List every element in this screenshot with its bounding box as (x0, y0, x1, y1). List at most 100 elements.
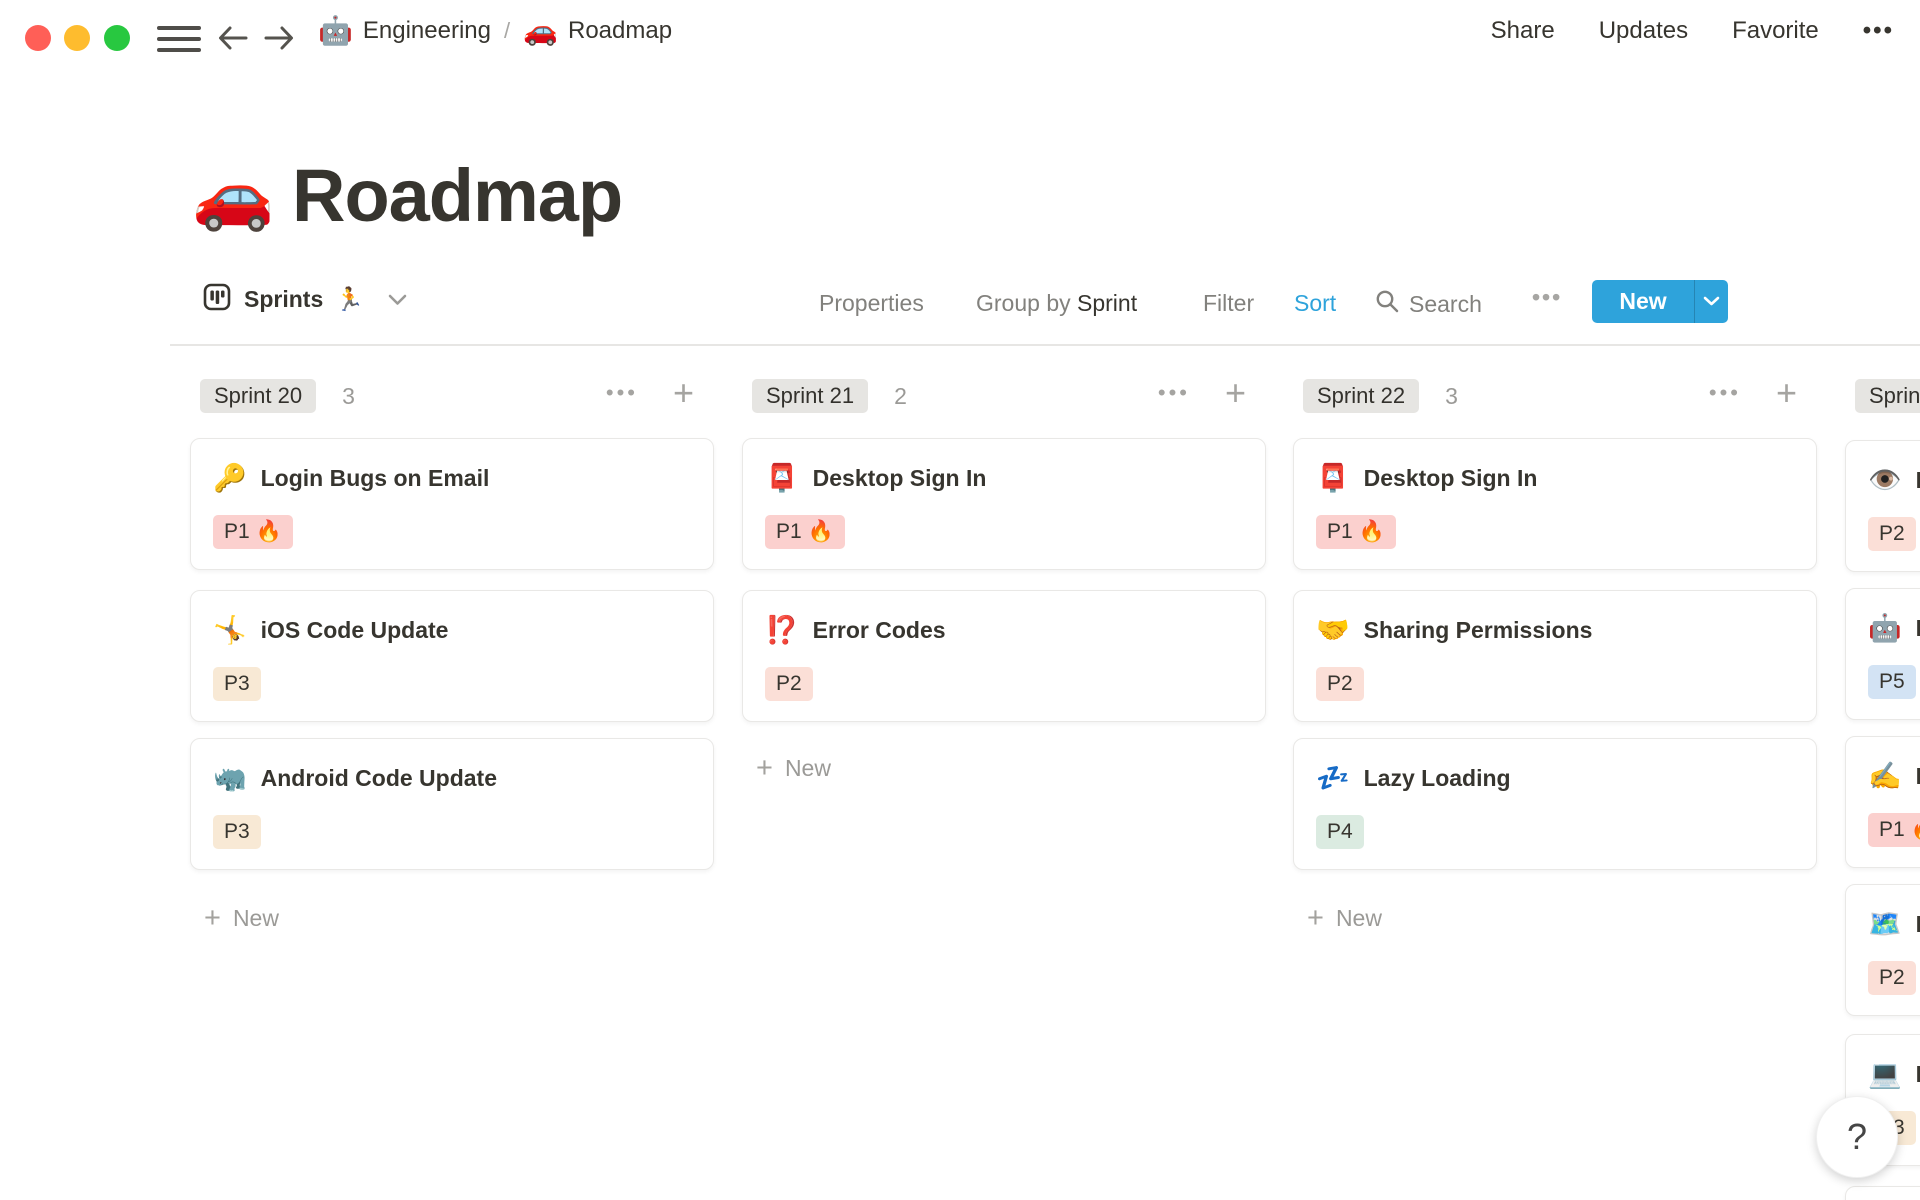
card-clipped-6[interactable] (1845, 1186, 1920, 1200)
add-card-label: New (1335, 905, 1382, 931)
zoom-window-button[interactable] (104, 25, 130, 51)
breadcrumb-workspace[interactable]: Engineering (363, 17, 491, 45)
add-card-button[interactable]: + New (756, 754, 831, 783)
card-title: R (1916, 763, 1920, 790)
search-label: Search (1409, 290, 1482, 317)
zzz-emoji-icon: 💤 (1316, 763, 1350, 793)
rhino-emoji-icon: 🦏 (213, 763, 247, 793)
priority-tag: P4 (1316, 815, 1364, 849)
card-clipped-3[interactable]: ✍️ R P1 🔥 (1845, 736, 1920, 868)
eye-emoji-icon: 👁️ (1868, 465, 1902, 495)
card-desktop-sign-in[interactable]: 📮 Desktop Sign In P1 🔥 (742, 438, 1266, 570)
updates-button[interactable]: Updates (1599, 17, 1688, 45)
card-ios-code-update[interactable]: 🤸 iOS Code Update P3 (190, 590, 714, 722)
column-group-pill[interactable]: Sprint 20 (200, 379, 317, 413)
handshake-emoji-icon: 🤝 (1316, 615, 1350, 645)
sort-button[interactable]: Sort (1294, 290, 1336, 317)
search-button[interactable]: Search (1374, 288, 1482, 320)
share-button[interactable]: Share (1491, 17, 1555, 45)
help-question-icon: ? (1846, 1116, 1868, 1157)
column-more-icon[interactable]: ••• (606, 380, 638, 406)
column-group-pill[interactable]: Sprint 22 (1303, 379, 1420, 413)
group-by-label: Group by (976, 290, 1071, 316)
card-title: I (1915, 615, 1920, 641)
new-button[interactable]: New (1592, 280, 1728, 323)
new-button-chevron-icon[interactable] (1695, 296, 1728, 307)
breadcrumb-page[interactable]: Roadmap (568, 17, 672, 45)
column-group-pill[interactable]: Sprint 23 (1855, 379, 1920, 413)
writing-hand-emoji-icon: ✍️ (1868, 761, 1902, 791)
sidebar-toggle-icon[interactable] (157, 26, 201, 53)
page-title-emoji-icon: 🚗 (192, 158, 275, 232)
new-button-label[interactable]: New (1592, 288, 1694, 315)
card-sharing-permissions[interactable]: 🤝 Sharing Permissions P2 (1293, 590, 1817, 722)
column-card-count: 2 (894, 382, 907, 409)
card-clipped-4[interactable]: 🗺️ R P2 (1845, 884, 1920, 1016)
column-add-icon[interactable]: + (1776, 372, 1797, 414)
board-column-sprint-21: Sprint 21 2 ••• + 📮 Desktop Sign In P1 🔥 … (742, 372, 1266, 783)
card-title: Desktop Sign In (812, 465, 987, 491)
search-icon (1374, 288, 1400, 320)
minimize-window-button[interactable] (64, 25, 90, 51)
card-error-codes[interactable]: ⁉️ Error Codes P2 (742, 590, 1266, 722)
column-card-count: 3 (1445, 382, 1458, 409)
breadcrumb: 🤖 Engineering / 🚗 Roadmap (318, 0, 672, 62)
exclamation-question-emoji-icon: ⁉️ (765, 615, 799, 645)
group-by-value: Sprint (1077, 290, 1138, 316)
column-group-pill[interactable]: Sprint 21 (752, 379, 869, 413)
more-options-icon[interactable]: ••• (1863, 17, 1894, 45)
card-login-bugs-on-email[interactable]: 🔑 Login Bugs on Email P1 🔥 (190, 438, 714, 570)
group-by-button[interactable]: Group by Sprint (976, 290, 1137, 317)
card-title: Error Codes (812, 617, 946, 643)
view-name: Sprints (244, 286, 324, 312)
card-title: R (1916, 911, 1920, 938)
card-title: M (1916, 467, 1920, 494)
filter-button[interactable]: Filter (1203, 290, 1254, 317)
priority-tag: P1 🔥 (213, 515, 293, 549)
close-window-button[interactable] (25, 25, 51, 51)
chevron-down-icon (388, 293, 407, 311)
card-lazy-loading[interactable]: 💤 Lazy Loading P4 (1293, 738, 1817, 870)
card-clipped-2[interactable]: 🤖 I P5 (1845, 588, 1920, 720)
runner-emoji-icon: 🏃 (335, 286, 364, 312)
toolbar-divider (170, 344, 1920, 346)
plus-icon: + (204, 902, 221, 934)
workspace-emoji-icon: 🤖 (318, 15, 353, 46)
nav-back-icon[interactable] (216, 24, 250, 52)
properties-button[interactable]: Properties (819, 290, 924, 317)
card-title: iOS Code Update (260, 617, 449, 643)
card-title: Android Code Update (260, 765, 498, 791)
add-card-button[interactable]: + New (204, 904, 279, 933)
topbar-actions: Share Updates Favorite ••• (1491, 0, 1894, 62)
column-add-icon[interactable]: + (1225, 372, 1246, 414)
postbox-emoji-icon: 📮 (1316, 463, 1350, 493)
card-desktop-sign-in[interactable]: 📮 Desktop Sign In P1 🔥 (1293, 438, 1817, 570)
column-more-icon[interactable]: ••• (1709, 380, 1741, 406)
page-emoji-icon: 🚗 (523, 15, 558, 46)
card-title: Sharing Permissions (1363, 617, 1593, 643)
card-android-code-update[interactable]: 🦏 Android Code Update P3 (190, 738, 714, 870)
column-more-icon[interactable]: ••• (1158, 380, 1190, 406)
view-more-options-icon[interactable]: ••• (1532, 284, 1562, 311)
priority-tag: P2 (1316, 667, 1364, 701)
column-header: Sprint 20 3 ••• + (190, 372, 714, 416)
key-emoji-icon: 🔑 (213, 463, 247, 493)
priority-tag: P3 (213, 667, 261, 701)
window-titlebar: 🤖 Engineering / 🚗 Roadmap Share Updates … (0, 0, 1920, 62)
card-title: Lazy Loading (1363, 765, 1511, 791)
nav-forward-icon[interactable] (262, 24, 296, 52)
column-add-icon[interactable]: + (673, 372, 694, 414)
world-map-emoji-icon: 🗺️ (1868, 909, 1902, 939)
column-card-count: 3 (342, 382, 355, 409)
help-button[interactable]: ? (1816, 1096, 1898, 1178)
view-switcher-sprints[interactable]: Sprints 🏃 (202, 282, 407, 317)
priority-tag: P2 (765, 667, 813, 701)
postbox-emoji-icon: 📮 (765, 463, 799, 493)
plus-icon: + (756, 752, 773, 784)
breadcrumb-separator: / (503, 18, 511, 43)
card-clipped-1[interactable]: 👁️ M P2 (1845, 440, 1920, 572)
priority-tag: P1 🔥 (765, 515, 845, 549)
priority-tag: P2 (1868, 517, 1916, 551)
favorite-button[interactable]: Favorite (1732, 17, 1819, 45)
add-card-button[interactable]: + New (1307, 904, 1382, 933)
